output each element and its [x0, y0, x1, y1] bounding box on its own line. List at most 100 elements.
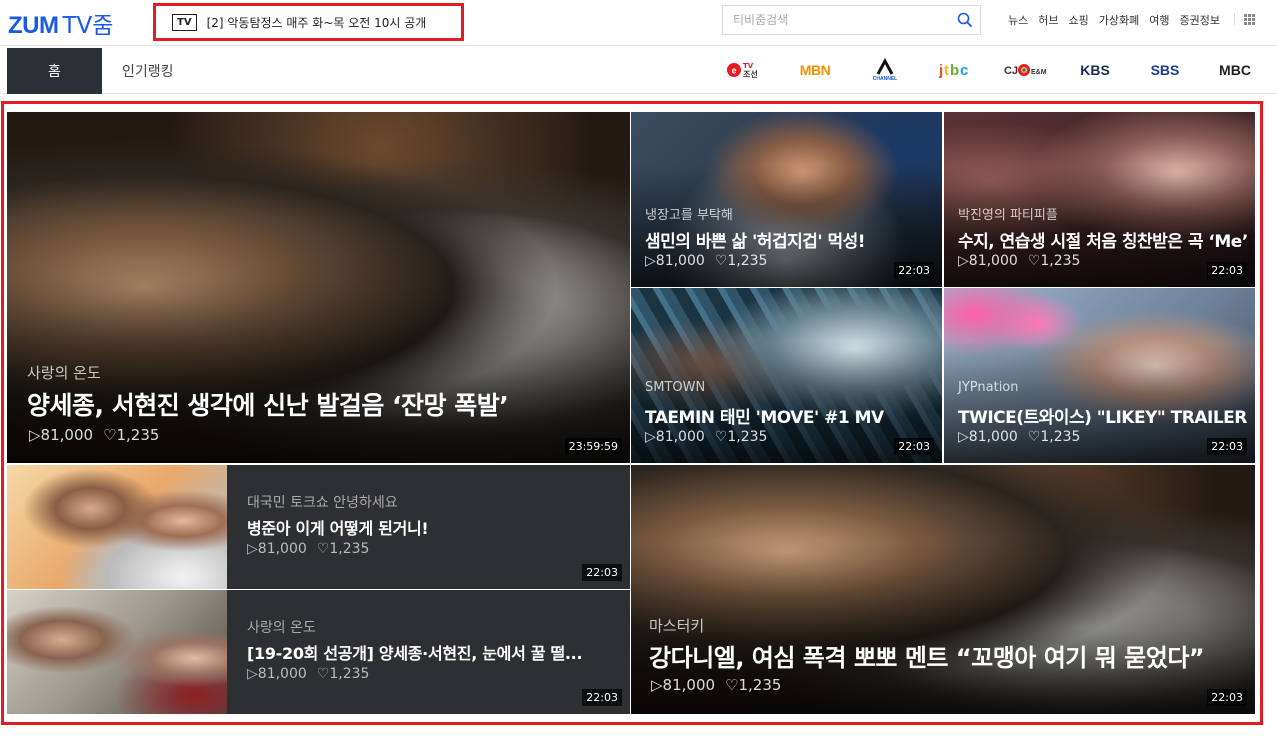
- video-tile-4[interactable]: JYPnation TWICE(트와이스) "LIKEY" TRAILER ▷8…: [944, 288, 1255, 463]
- search-input[interactable]: [723, 7, 950, 33]
- heart-icon: ♡: [1027, 253, 1041, 269]
- channel-list: e TV 조선 MBN CHANNEL jtbc CJ E&M KBS SBS MBC: [720, 57, 1277, 83]
- svg-text:c: c: [960, 62, 968, 79]
- video-category: 사랑의 온도: [247, 620, 316, 636]
- play-count: 81,000: [257, 541, 307, 557]
- video-title[interactable]: TWICE(트와이스) "LIKEY" TRAILER: [958, 403, 1247, 428]
- duration-badge: 22:03: [582, 689, 622, 706]
- channel-mbc[interactable]: MBC: [1210, 57, 1260, 83]
- play-icon: ▷: [958, 429, 969, 445]
- svg-text:t: t: [944, 62, 949, 79]
- play-count: 81,000: [655, 429, 705, 445]
- video-title[interactable]: 강다니엘, 여심 폭격 뽀뽀 멘트 “꼬맹아 여기 뭐 묻었다”: [649, 638, 1205, 673]
- notice-banner[interactable]: TV [2] 악동탐정스 매주 화~목 오전 10시 공개: [153, 3, 464, 41]
- play-count: 81,000: [655, 253, 705, 269]
- channel-mbn[interactable]: MBN: [790, 57, 840, 83]
- play-count: 81,000: [662, 676, 716, 694]
- video-category: 박진영의 파티피플: [958, 208, 1058, 223]
- channel-sbs[interactable]: SBS: [1140, 57, 1190, 83]
- like-count: 1,235: [329, 541, 370, 557]
- video-stats: ▷81,000 ♡1,235: [958, 429, 1080, 445]
- like-count: 1,235: [1040, 253, 1081, 269]
- video-row-2[interactable]: 사랑의 온도 [19-20회 선공개] 양세종·서현진, 눈에서 꿀 떨... …: [7, 590, 630, 714]
- video-stats: ▷81,000 ♡1,235: [651, 676, 781, 694]
- grid-icon[interactable]: [1244, 14, 1255, 25]
- video-thumbnail: [7, 465, 227, 589]
- svg-text:E&M: E&M: [1031, 69, 1047, 76]
- play-icon: ▷: [651, 676, 663, 694]
- video-category: 마스터키: [649, 617, 705, 635]
- video-tile-main[interactable]: 사랑의 온도 양세종, 서현진 생각에 신난 발걸음 ‘잔망 폭발’ ▷81,0…: [7, 112, 630, 463]
- play-count: 81,000: [968, 429, 1018, 445]
- video-tile-big-2[interactable]: 마스터키 강다니엘, 여심 폭격 뽀뽀 멘트 “꼬맹아 여기 뭐 묻었다” ▷8…: [631, 465, 1255, 714]
- svg-text:조선: 조선: [743, 69, 758, 79]
- like-count: 1,235: [738, 676, 782, 694]
- video-category: 사랑의 온도: [27, 364, 101, 382]
- play-count: 81,000: [257, 666, 307, 682]
- svg-text:e: e: [731, 66, 736, 76]
- video-category: 냉장고를 부탁해: [645, 208, 733, 223]
- logo-tv: TV줌: [62, 13, 114, 39]
- gnb-stocks[interactable]: 증권정보: [1179, 12, 1219, 28]
- gnb-crypto[interactable]: 가상화폐: [1099, 12, 1139, 28]
- channel-channela[interactable]: CHANNEL: [860, 57, 910, 83]
- duration-badge: 22:03: [582, 564, 622, 581]
- gnb-shopping[interactable]: 쇼핑: [1069, 12, 1089, 28]
- like-count: 1,235: [116, 426, 160, 444]
- tab-home[interactable]: 홈: [7, 48, 102, 94]
- video-title[interactable]: 샘민의 바쁜 삶 '허겁지겁' 먹성!: [645, 227, 866, 252]
- gnb-travel[interactable]: 여행: [1149, 12, 1169, 28]
- video-tile-2[interactable]: 박진영의 파티피플 수지, 연습생 시절 처음 칭찬받은 곡 ‘Me’ ▷81,…: [944, 112, 1255, 287]
- channel-jtbc[interactable]: jtbc: [930, 57, 980, 83]
- video-stats: ▷81,000 ♡1,235: [247, 541, 369, 557]
- video-category: SMTOWN: [645, 380, 706, 395]
- channel-kbs[interactable]: KBS: [1070, 57, 1120, 83]
- duration-badge: 22:03: [894, 438, 934, 455]
- video-title[interactable]: 병준아 이게 어떻게 된거니!: [247, 515, 429, 539]
- duration-badge: 22:03: [1207, 262, 1247, 279]
- svg-text:j: j: [938, 62, 943, 79]
- video-stats: ▷81,000 ♡1,235: [29, 426, 159, 444]
- video-title[interactable]: TAEMIN 태민 'MOVE' #1 MV: [645, 403, 884, 428]
- channel-cjenm[interactable]: CJ E&M: [1000, 57, 1050, 83]
- heart-icon: ♡: [714, 429, 728, 445]
- top-header: ZUM TV줌 TV [2] 악동탐정스 매주 화~목 오전 10시 공개 뉴스…: [0, 0, 1277, 46]
- divider: [1234, 13, 1235, 25]
- heart-icon: ♡: [103, 426, 117, 444]
- play-icon: ▷: [29, 426, 41, 444]
- play-icon: ▷: [247, 666, 258, 682]
- heart-icon: ♡: [725, 676, 739, 694]
- gnb-news[interactable]: 뉴스: [1008, 12, 1028, 28]
- like-count: 1,235: [1040, 429, 1081, 445]
- video-tile-1[interactable]: 냉장고를 부탁해 샘민의 바쁜 삶 '허겁지겁' 먹성! ▷81,000 ♡1,…: [631, 112, 942, 287]
- search-icon[interactable]: [950, 6, 980, 34]
- gnb-hub[interactable]: 허브: [1038, 12, 1058, 28]
- heart-icon: ♡: [1027, 429, 1041, 445]
- like-count: 1,235: [329, 666, 370, 682]
- video-stats: ▷81,000 ♡1,235: [645, 253, 767, 269]
- play-icon: ▷: [958, 253, 969, 269]
- logo[interactable]: ZUM TV줌: [8, 6, 113, 39]
- duration-badge: 22:03: [1207, 438, 1247, 455]
- heart-icon: ♡: [316, 541, 330, 557]
- notice-text[interactable]: [2] 악동탐정스 매주 화~목 오전 10시 공개: [207, 14, 427, 31]
- video-title[interactable]: 수지, 연습생 시절 처음 칭찬받은 곡 ‘Me’: [958, 227, 1248, 252]
- tab-ranking[interactable]: 인기랭킹: [122, 48, 174, 94]
- play-icon: ▷: [645, 253, 656, 269]
- like-count: 1,235: [727, 429, 768, 445]
- video-row-1[interactable]: 대국민 토크쇼 안녕하세요 병준아 이게 어떻게 된거니! ▷81,000 ♡1…: [7, 465, 630, 589]
- duration-badge: 22:03: [894, 262, 934, 279]
- play-count: 81,000: [40, 426, 94, 444]
- duration-badge: 23:59:59: [564, 438, 622, 455]
- video-category: JYPnation: [958, 380, 1019, 395]
- video-stats: ▷81,000 ♡1,235: [958, 253, 1080, 269]
- svg-text:CJ: CJ: [1004, 65, 1018, 77]
- video-title[interactable]: 양세종, 서현진 생각에 신난 발걸음 ‘잔망 폭발’: [27, 386, 509, 422]
- video-title[interactable]: [19-20회 선공개] 양세종·서현진, 눈에서 꿀 떨...: [247, 640, 583, 664]
- channel-tvchosun[interactable]: e TV 조선: [720, 57, 770, 83]
- play-icon: ▷: [645, 429, 656, 445]
- duration-badge: 22:03: [1207, 689, 1247, 706]
- heart-icon: ♡: [714, 253, 728, 269]
- tv-badge: TV: [172, 13, 197, 31]
- video-tile-3[interactable]: SMTOWN TAEMIN 태민 'MOVE' #1 MV ▷81,000 ♡1…: [631, 288, 942, 463]
